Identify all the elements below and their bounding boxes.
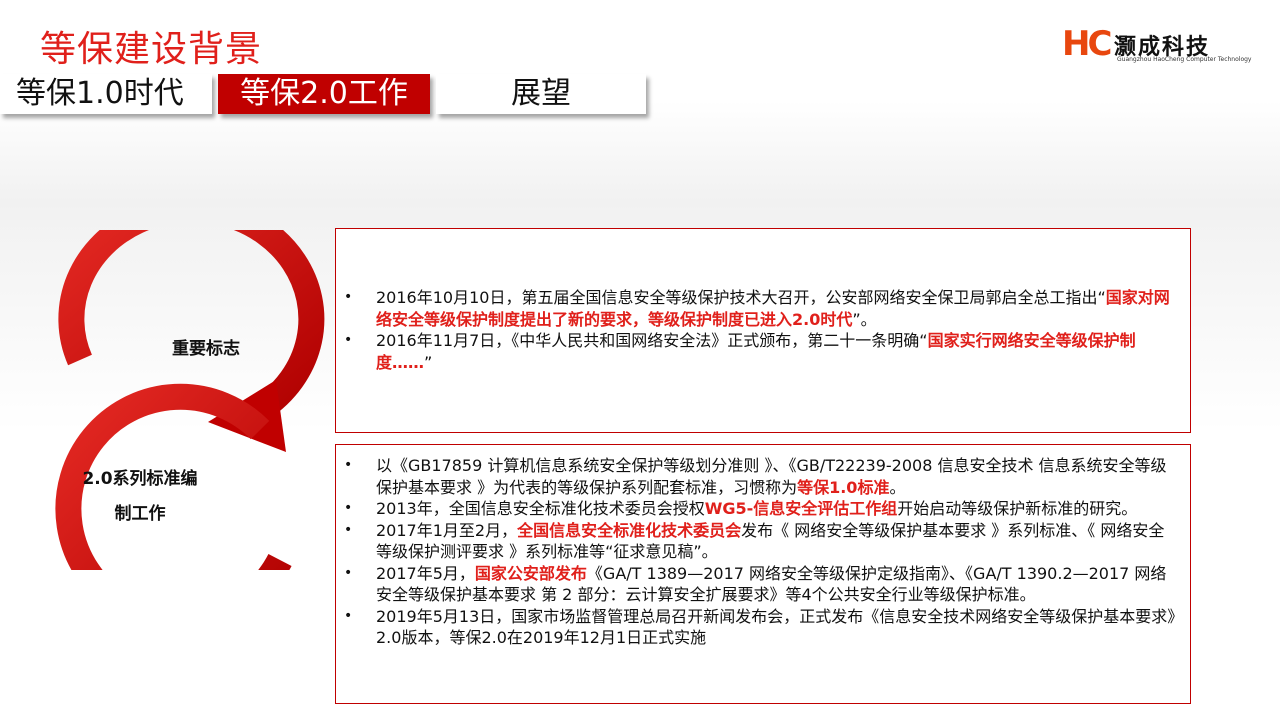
logo-mark: HC bbox=[1062, 24, 1112, 64]
logo-subtitle: Guangzhou HaoCheng Computer Technology bbox=[1117, 56, 1252, 63]
list-item: 2017年5月，国家公安部发布《GA/T 1389—2017 网络安全等级保护定… bbox=[336, 563, 1190, 606]
info-box-milestones: 2016年10月10日，第五届全国信息安全等级保护技术大召开，公安部网络安全保卫… bbox=[335, 228, 1191, 433]
tab-outlook[interactable]: 展望 bbox=[436, 74, 646, 114]
company-logo: HC 灏成科技 Guangzhou HaoCheng Computer Tech… bbox=[1062, 24, 1252, 70]
info-box-standards: 以《GB17859 计算机信息系统安全保护等级划分准则 》、《GB/T22239… bbox=[335, 444, 1191, 704]
cycle-label-important-mark: 重要标志 bbox=[172, 339, 240, 359]
list-item: 2017年1月至2月，全国信息安全标准化技术委员会发布《 网络安全等级保护基本要… bbox=[336, 520, 1190, 563]
tab-dengbao-2[interactable]: 等保2.0工作 bbox=[218, 74, 430, 114]
list-item: 以《GB17859 计算机信息系统安全保护等级划分准则 》、《GB/T22239… bbox=[336, 455, 1190, 498]
tab-bar: 等保1.0时代 等保2.0工作 展望 bbox=[0, 74, 660, 118]
list-item: 2019年5月13日，国家市场监督管理总局召开新闻发布会，正式发布《信息安全技术… bbox=[336, 606, 1190, 649]
page-title: 等保建设背景 bbox=[40, 29, 263, 70]
list-item: 2016年10月10日，第五届全国信息安全等级保护技术大召开，公安部网络安全保卫… bbox=[336, 287, 1190, 330]
cycle-label-standards-work: 2.0系列标准编制工作 bbox=[82, 469, 198, 524]
tab-dengbao-1[interactable]: 等保1.0时代 bbox=[0, 74, 212, 114]
list-item: 2016年11月7日，《中华人民共和国网络安全法》正式颁布，第二十一条明确“国家… bbox=[336, 330, 1190, 373]
list-item: 2013年，全国信息安全标准化技术委员会授权WG5-信息安全评估工作组开始启动等… bbox=[336, 498, 1190, 520]
